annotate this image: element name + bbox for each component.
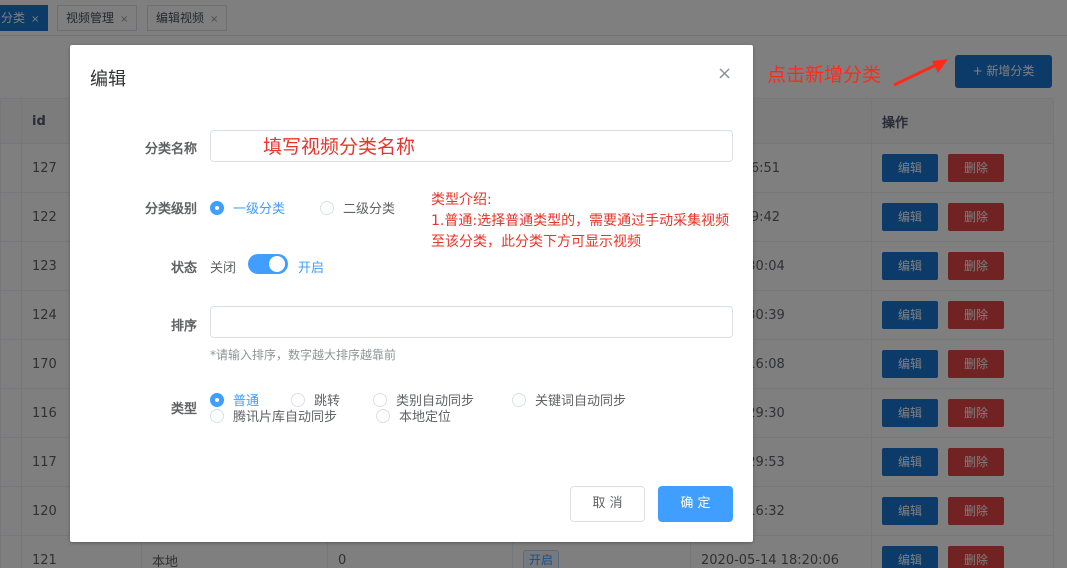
close-icon[interactable]: × bbox=[717, 63, 732, 84]
name-label: 分类名称 bbox=[144, 142, 197, 157]
radio-circle-icon bbox=[376, 409, 390, 423]
radio-circle-icon bbox=[291, 393, 305, 407]
switch-on-label: 开启 bbox=[298, 261, 325, 276]
radio-type-local[interactable]: 本地定位 bbox=[376, 406, 451, 425]
radio-circle-icon bbox=[512, 393, 526, 407]
annotation-add-category: 点击新增分类 bbox=[767, 64, 882, 86]
type-label: 类型 bbox=[170, 402, 197, 417]
level-label: 分类级别 bbox=[144, 202, 197, 217]
radio-level-2[interactable]: 二级分类 bbox=[320, 198, 395, 217]
cancel-button[interactable]: 取 消 bbox=[570, 486, 645, 522]
radio-circle-icon bbox=[210, 201, 224, 215]
confirm-button[interactable]: 确 定 bbox=[658, 486, 733, 522]
switch-off-label: 关闭 bbox=[210, 261, 237, 276]
radio-level-1[interactable]: 一级分类 bbox=[210, 198, 285, 217]
radio-circle-icon bbox=[210, 409, 224, 423]
radio-circle-icon bbox=[320, 201, 334, 215]
sort-input[interactable] bbox=[210, 306, 733, 338]
radio-circle-icon bbox=[210, 393, 224, 407]
radio-circle-icon bbox=[373, 393, 387, 407]
annotation-arrow-icon bbox=[893, 59, 948, 87]
category-name-input[interactable]: 填写视频分类名称 bbox=[210, 130, 733, 162]
sort-tip: *请输入排序，数字越大排序越靠前 bbox=[210, 348, 397, 362]
toggle-knob bbox=[269, 256, 285, 272]
edit-dialog: 编辑 × 分类名称 填写视频分类名称 分类级别 一级分类 二级分类 类型介绍: … bbox=[70, 45, 753, 542]
radio-type-keyword-sync[interactable]: 关键词自动同步 bbox=[512, 390, 626, 409]
status-label: 状态 bbox=[170, 261, 197, 276]
type-note-annotation: 类型介绍: 1.普通:选择普通类型的，需要通过手动采集视频 至该分类，此分类下方… bbox=[431, 192, 730, 250]
dialog-title: 编辑 bbox=[90, 69, 126, 90]
radio-type-tencent-sync[interactable]: 腾讯片库自动同步 bbox=[210, 406, 337, 425]
name-hint-annotation: 填写视频分类名称 bbox=[263, 136, 416, 158]
status-toggle[interactable] bbox=[248, 254, 288, 274]
sort-label: 排序 bbox=[170, 319, 197, 334]
